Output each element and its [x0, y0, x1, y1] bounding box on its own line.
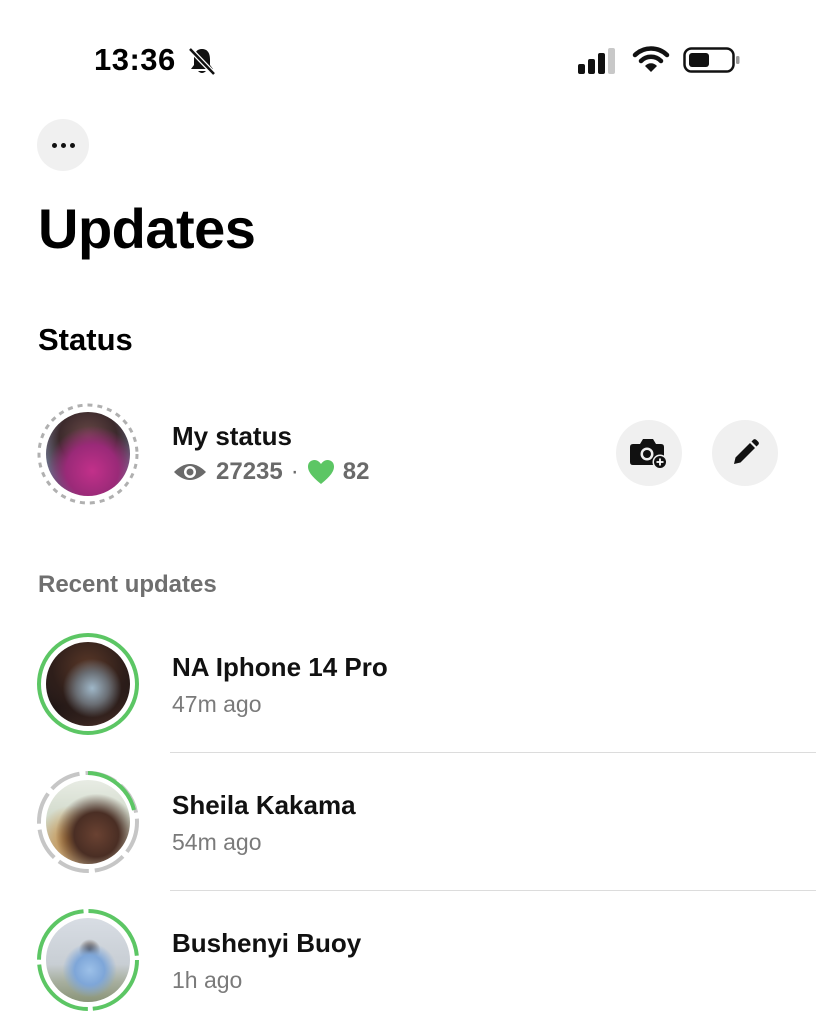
- divider: [170, 890, 816, 891]
- update-time: 47m ago: [172, 691, 262, 717]
- cellular-signal-icon: [578, 48, 615, 74]
- list-item-avatar[interactable]: [36, 908, 140, 1012]
- list-item-avatar[interactable]: [36, 770, 140, 874]
- divider: [170, 752, 816, 753]
- avatar: [46, 412, 130, 496]
- list-item-avatar[interactable]: [36, 632, 140, 736]
- camera-add-icon: [630, 439, 668, 470]
- update-time: 1h ago: [172, 967, 243, 993]
- pencil-icon: [734, 439, 759, 464]
- page-title: Updates: [38, 197, 256, 260]
- contact-name[interactable]: NA Iphone 14 Pro: [172, 652, 388, 683]
- avatar: [46, 918, 130, 1002]
- wifi-icon: [632, 46, 670, 72]
- more-options-button[interactable]: [37, 119, 89, 171]
- edit-text-status-button[interactable]: [712, 420, 778, 486]
- update-time: 54m ago: [172, 829, 262, 855]
- status-bar-time: 13:36: [94, 42, 176, 77]
- my-status-label: My status: [172, 421, 292, 451]
- separator: ·: [290, 458, 299, 485]
- avatar: [46, 642, 130, 726]
- avatar: [46, 780, 130, 864]
- battery-icon: [683, 47, 740, 73]
- my-status-avatar[interactable]: [36, 402, 140, 506]
- recent-updates-label: Recent updates: [38, 571, 217, 598]
- contact-name[interactable]: Sheila Kakama: [172, 790, 356, 821]
- bell-slash-icon: [188, 47, 216, 76]
- heart-icon: [307, 460, 334, 484]
- camera-button[interactable]: [616, 420, 682, 486]
- ellipsis-icon: [51, 142, 75, 148]
- my-status-stats: 27235 · 82: [172, 458, 369, 486]
- status-section-title: Status: [38, 322, 133, 357]
- eye-icon: [174, 464, 206, 480]
- contact-name[interactable]: Bushenyi Buoy: [172, 928, 361, 959]
- view-count: 27235: [216, 458, 283, 485]
- like-count: 82: [342, 458, 370, 485]
